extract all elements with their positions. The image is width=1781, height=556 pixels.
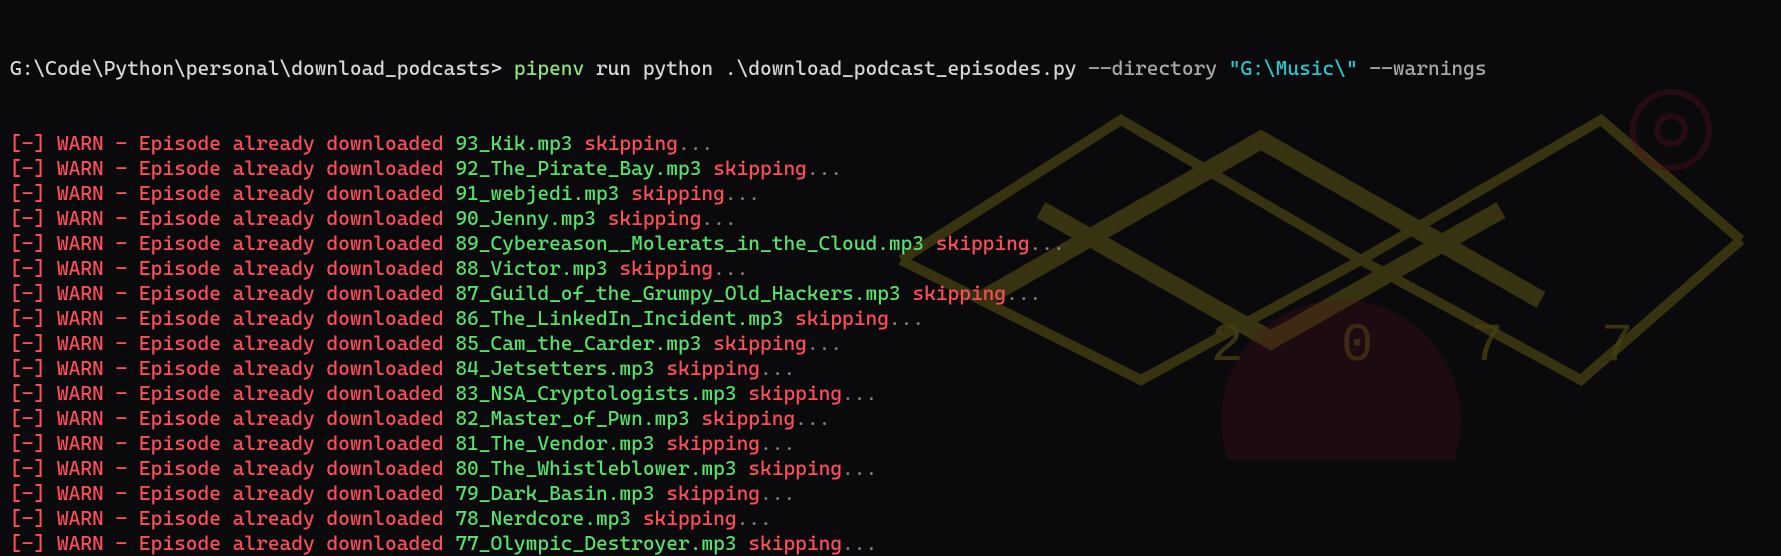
episode-filename: 92_The_Pirate_Bay.mp3 xyxy=(455,156,701,180)
ellipsis: ... xyxy=(725,181,760,205)
skipping-word: skipping xyxy=(701,406,795,430)
ellipsis: ... xyxy=(737,506,772,530)
warn-prefix: [-] WARN - Episode already downloaded xyxy=(10,256,455,280)
output-line: [-] WARN - Episode already downloaded 81… xyxy=(10,431,1771,456)
skipping-word: skipping xyxy=(936,231,1030,255)
ellipsis: ... xyxy=(795,406,830,430)
ellipsis: ... xyxy=(889,306,924,330)
output-line: [-] WARN - Episode already downloaded 82… xyxy=(10,406,1771,431)
skipping-word: skipping xyxy=(748,456,842,480)
skipping-word: skipping xyxy=(608,206,702,230)
warn-prefix: [-] WARN - Episode already downloaded xyxy=(10,281,455,305)
episode-filename: 85_Cam_the_Carder.mp3 xyxy=(455,331,701,355)
episode-filename: 78_Nerdcore.mp3 xyxy=(455,506,631,530)
ellipsis: ... xyxy=(1030,231,1065,255)
skipping-word: skipping xyxy=(748,531,842,555)
output-line: [-] WARN - Episode already downloaded 89… xyxy=(10,231,1771,256)
skipping-word: skipping xyxy=(666,481,760,505)
output-line: [-] WARN - Episode already downloaded 88… xyxy=(10,256,1771,281)
output-line: [-] WARN - Episode already downloaded 83… xyxy=(10,381,1771,406)
skipping-word: skipping xyxy=(713,331,807,355)
warn-prefix: [-] WARN - Episode already downloaded xyxy=(10,181,455,205)
warn-prefix: [-] WARN - Episode already downloaded xyxy=(10,231,455,255)
output-line: [-] WARN - Episode already downloaded 77… xyxy=(10,531,1771,556)
terminal-output[interactable]: G:\Code\Python\personal\download_podcast… xyxy=(0,0,1781,556)
warn-prefix: [-] WARN - Episode already downloaded xyxy=(10,356,455,380)
skipping-word: skipping xyxy=(666,431,760,455)
warn-prefix: [-] WARN - Episode already downloaded xyxy=(10,381,455,405)
warn-prefix: [-] WARN - Episode already downloaded xyxy=(10,406,455,430)
output-line: [-] WARN - Episode already downloaded 84… xyxy=(10,356,1771,381)
ellipsis: ... xyxy=(678,131,713,155)
ellipsis: ... xyxy=(842,456,877,480)
episode-filename: 90_Jenny.mp3 xyxy=(455,206,596,230)
ellipsis: ... xyxy=(1006,281,1041,305)
episode-filename: 86_The_LinkedIn_Incident.mp3 xyxy=(455,306,783,330)
output-line: [-] WARN - Episode already downloaded 90… xyxy=(10,206,1771,231)
ellipsis: ... xyxy=(760,356,795,380)
warn-prefix: [-] WARN - Episode already downloaded xyxy=(10,206,455,230)
ellipsis: ... xyxy=(807,331,842,355)
output-line: [-] WARN - Episode already downloaded 87… xyxy=(10,281,1771,306)
warn-prefix: [-] WARN - Episode already downloaded xyxy=(10,456,455,480)
warn-prefix: [-] WARN - Episode already downloaded xyxy=(10,431,455,455)
warn-prefix: [-] WARN - Episode already downloaded xyxy=(10,131,455,155)
ellipsis: ... xyxy=(842,381,877,405)
skipping-word: skipping xyxy=(666,356,760,380)
warn-prefix: [-] WARN - Episode already downloaded xyxy=(10,506,455,530)
output-line: [-] WARN - Episode already downloaded 85… xyxy=(10,331,1771,356)
output-line: [-] WARN - Episode already downloaded 80… xyxy=(10,456,1771,481)
output-line: [-] WARN - Episode already downloaded 93… xyxy=(10,131,1771,156)
arg-directory: "G:\Music\" xyxy=(1229,56,1358,80)
episode-filename: 77_Olympic_Destroyer.mp3 xyxy=(455,531,736,555)
episode-filename: 91_webjedi.mp3 xyxy=(455,181,619,205)
prompt-cmd: pipenv xyxy=(514,56,584,80)
episode-filename: 93_Kik.mp3 xyxy=(455,131,572,155)
output-line: [-] WARN - Episode already downloaded 79… xyxy=(10,481,1771,506)
skipping-word: skipping xyxy=(643,506,737,530)
output-line: [-] WARN - Episode already downloaded 86… xyxy=(10,306,1771,331)
episode-filename: 88_Victor.mp3 xyxy=(455,256,607,280)
warn-prefix: [-] WARN - Episode already downloaded xyxy=(10,156,455,180)
prompt-path: G:\Code\Python\personal\download_podcast… xyxy=(10,56,502,80)
command-line: G:\Code\Python\personal\download_podcast… xyxy=(10,56,1771,81)
skipping-word: skipping xyxy=(631,181,725,205)
skipping-word: skipping xyxy=(713,156,807,180)
flag-directory: --directory xyxy=(1088,56,1217,80)
warn-prefix: [-] WARN - Episode already downloaded xyxy=(10,306,455,330)
prompt-script: .\download_podcast_episodes.py xyxy=(725,56,1077,80)
episode-filename: 79_Dark_Basin.mp3 xyxy=(455,481,654,505)
warn-prefix: [-] WARN - Episode already downloaded xyxy=(10,531,455,555)
episode-filename: 89_Cybereason__Molerats_in_the_Cloud.mp3 xyxy=(455,231,924,255)
skipping-word: skipping xyxy=(584,131,678,155)
episode-filename: 82_Master_of_Pwn.mp3 xyxy=(455,406,689,430)
ellipsis: ... xyxy=(701,206,736,230)
ellipsis: ... xyxy=(760,431,795,455)
ellipsis: ... xyxy=(713,256,748,280)
episode-filename: 84_Jetsetters.mp3 xyxy=(455,356,654,380)
warn-prefix: [-] WARN - Episode already downloaded xyxy=(10,331,455,355)
flag-warnings: --warnings xyxy=(1369,56,1486,80)
skipping-word: skipping xyxy=(748,381,842,405)
episode-filename: 80_The_Whistleblower.mp3 xyxy=(455,456,736,480)
output-line: [-] WARN - Episode already downloaded 78… xyxy=(10,506,1771,531)
skipping-word: skipping xyxy=(795,306,889,330)
output-line: [-] WARN - Episode already downloaded 92… xyxy=(10,156,1771,181)
prompt-sub: run python xyxy=(596,56,713,80)
episode-filename: 87_Guild_of_the_Grumpy_Old_Hackers.mp3 xyxy=(455,281,900,305)
skipping-word: skipping xyxy=(619,256,713,280)
ellipsis: ... xyxy=(760,481,795,505)
output-line: [-] WARN - Episode already downloaded 91… xyxy=(10,181,1771,206)
ellipsis: ... xyxy=(842,531,877,555)
episode-filename: 83_NSA_Cryptologists.mp3 xyxy=(455,381,736,405)
ellipsis: ... xyxy=(807,156,842,180)
episode-filename: 81_The_Vendor.mp3 xyxy=(455,431,654,455)
warn-prefix: [-] WARN - Episode already downloaded xyxy=(10,481,455,505)
skipping-word: skipping xyxy=(912,281,1006,305)
